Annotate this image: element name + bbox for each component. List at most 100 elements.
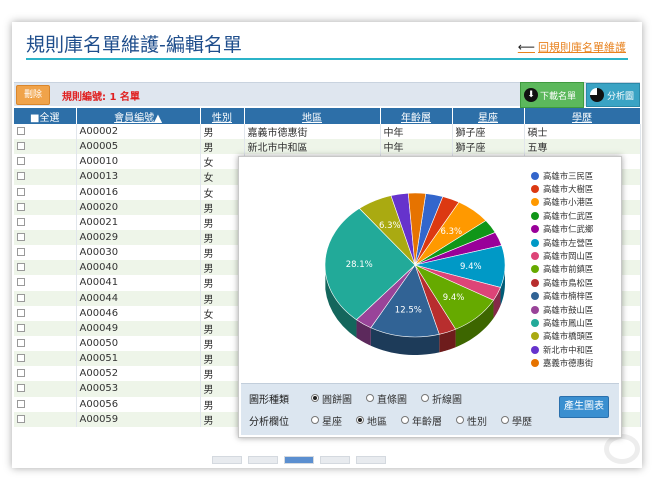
watermark-logo <box>604 434 640 464</box>
row-checkbox[interactable] <box>14 320 77 336</box>
legend-item: 高雄市前鎮區 <box>531 263 593 276</box>
row-checkbox[interactable] <box>14 184 77 200</box>
member-id-cell: A00005 <box>76 139 201 155</box>
member-id-cell: A00051 <box>76 351 201 367</box>
field-education-radio[interactable]: 學歷 <box>501 413 532 428</box>
legend-label: 高雄市鼓山區 <box>543 304 594 315</box>
checkbox[interactable] <box>17 399 25 408</box>
legend-swatch <box>531 345 539 354</box>
checkbox[interactable] <box>17 142 25 151</box>
pie-data-label: 9.4% <box>443 293 465 303</box>
member-id-header[interactable]: 會員編號▲ <box>76 108 201 124</box>
member-id-cell: A00020 <box>76 199 201 215</box>
member-id-cell: A00050 <box>76 335 201 352</box>
chart-type-pie-radio[interactable]: 圓餅圖 <box>311 391 352 406</box>
checkbox[interactable] <box>17 384 25 393</box>
member-id-cell: A00016 <box>76 184 201 200</box>
download-list-label: 下載名單 <box>540 91 577 102</box>
legend-item: 高雄市橋頭區 <box>531 330 593 343</box>
checkbox[interactable] <box>17 308 25 317</box>
current-page-button[interactable] <box>284 456 314 464</box>
generate-chart-button[interactable]: 產生圖表 <box>559 396 609 418</box>
education-header[interactable]: 學歷 <box>524 108 641 124</box>
legend-label: 高雄市橋頭區 <box>543 331 594 342</box>
row-checkbox[interactable] <box>14 124 77 140</box>
checkbox[interactable] <box>17 187 25 196</box>
checkbox[interactable] <box>17 217 25 226</box>
page-button[interactable] <box>320 456 350 464</box>
row-checkbox[interactable] <box>14 245 77 261</box>
row-checkbox[interactable] <box>14 139 77 155</box>
legend-swatch <box>531 171 539 180</box>
checkbox[interactable] <box>17 293 25 302</box>
row-checkbox[interactable] <box>14 154 77 170</box>
row-checkbox[interactable] <box>14 290 77 306</box>
rule-number-label: 規則編號: 1 名單 <box>62 92 140 103</box>
field-age-radio[interactable]: 年齡層 <box>401 413 442 428</box>
legend-item: 高雄市左營區 <box>531 236 593 249</box>
member-id-cell: A00049 <box>76 320 201 336</box>
checkbox[interactable] <box>17 369 25 378</box>
row-checkbox[interactable] <box>14 366 77 382</box>
gender-header[interactable]: 性別 <box>200 108 245 124</box>
row-checkbox[interactable] <box>14 169 77 185</box>
field-region-radio[interactable]: 地區 <box>356 413 387 428</box>
select-all-header[interactable]: ■全選 <box>14 108 77 124</box>
table-row[interactable]: A00002 男嘉義市德惠街 中年 獅子座 碩士 <box>14 124 641 140</box>
page-button[interactable] <box>248 456 278 464</box>
member-id-cell: A00044 <box>76 290 201 306</box>
chart-type-bar-radio[interactable]: 直條圖 <box>366 391 407 406</box>
checkbox[interactable] <box>17 278 25 287</box>
checkbox[interactable] <box>17 248 25 257</box>
radio <box>421 394 429 402</box>
radio <box>456 416 464 424</box>
region-header[interactable]: 地區 <box>244 108 381 124</box>
chart-type-line-radio[interactable]: 折線圖 <box>421 391 462 406</box>
checkbox[interactable] <box>17 414 25 423</box>
table-row[interactable]: A00005 男新北市中和區 中年 獅子座 五專 <box>14 139 641 155</box>
row-checkbox[interactable] <box>14 229 77 246</box>
row-checkbox[interactable] <box>14 199 77 215</box>
legend-swatch <box>531 185 539 194</box>
chart-type-line-label: 折線圖 <box>432 394 462 406</box>
checkbox[interactable] <box>17 354 25 363</box>
row-checkbox[interactable] <box>14 260 77 276</box>
legend-item: 高雄市小港區 <box>531 196 593 209</box>
page-button[interactable] <box>212 456 242 464</box>
member-id-cell: A00010 <box>76 154 201 170</box>
age-group-header[interactable]: 年齡層 <box>380 108 453 124</box>
checkbox[interactable] <box>17 233 25 242</box>
analysis-chart-button[interactable]: 分析圖 <box>586 83 640 107</box>
field-gender-radio[interactable]: 性別 <box>456 413 487 428</box>
chart-type-bar-label: 直條圖 <box>377 394 407 406</box>
checkbox[interactable] <box>17 127 25 136</box>
checkbox[interactable] <box>17 323 25 332</box>
field-zodiac-radio[interactable]: 星座 <box>311 413 342 428</box>
checkbox[interactable] <box>17 157 25 166</box>
legend-label: 高雄市小港區 <box>543 197 594 208</box>
field-zodiac-label: 星座 <box>322 416 342 428</box>
row-checkbox[interactable] <box>14 275 77 291</box>
page-button[interactable] <box>356 456 386 464</box>
legend-item: 高雄市楠梓區 <box>531 290 593 303</box>
row-checkbox[interactable] <box>14 305 77 321</box>
row-checkbox[interactable] <box>14 214 77 230</box>
checkbox[interactable] <box>17 172 25 181</box>
row-checkbox[interactable] <box>14 381 77 397</box>
delete-button[interactable]: 刪除 <box>16 85 50 105</box>
row-checkbox[interactable] <box>14 335 77 352</box>
checkbox[interactable] <box>17 339 25 348</box>
row-checkbox[interactable] <box>14 411 77 427</box>
download-list-button[interactable]: ⬇ 下載名單 <box>520 82 584 108</box>
analysis-chart-label: 分析圖 <box>607 91 635 102</box>
legend-item: 高雄市仁武鄉 <box>531 223 593 236</box>
back-link[interactable]: ⟵ 回規則庫名單維護 <box>518 39 626 55</box>
table-header-row: ■全選 會員編號▲ 性別 地區 年齡層 星座 學歷 <box>14 108 641 124</box>
checkbox[interactable] <box>17 263 25 272</box>
zodiac-header[interactable]: 星座 <box>452 108 525 124</box>
legend-swatch <box>531 211 539 220</box>
pie-data-label: 9.4% <box>460 262 482 272</box>
row-checkbox[interactable] <box>14 396 77 412</box>
checkbox[interactable] <box>17 202 25 211</box>
row-checkbox[interactable] <box>14 351 77 367</box>
